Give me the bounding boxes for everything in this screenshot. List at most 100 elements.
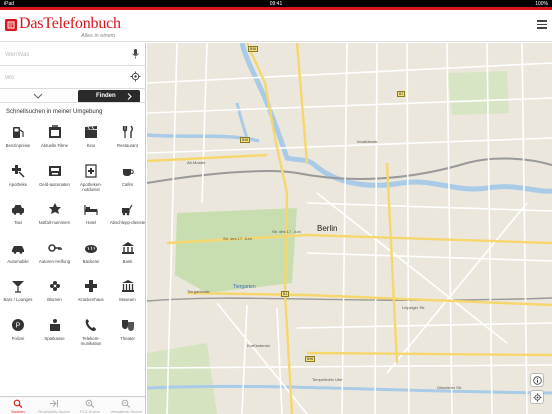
svg-text:P: P	[16, 322, 21, 329]
tab-reverse-search[interactable]: Rückwärts-Suche	[36, 397, 72, 414]
map-label-park: Tiergarten	[233, 284, 256, 290]
road-shield: B2	[397, 91, 406, 97]
tab-zip-search[interactable]: PLZ-Suche	[72, 397, 108, 414]
quick-search-label: Telekom-munikation	[80, 335, 102, 346]
quick-search-label: Geld-automaten	[39, 181, 70, 187]
quick-search-14[interactable]: Autoren-Helfung	[37, 237, 73, 275]
street-label: Tiergartenstr.	[187, 289, 211, 294]
tab-managed-search[interactable]: Verwaltete-Suche	[108, 397, 144, 414]
quick-search-4[interactable]: Restaurant	[110, 121, 146, 159]
quick-search-label: Cafés	[121, 181, 134, 187]
quick-search-6[interactable]: Geld-automaten	[37, 160, 73, 198]
savings-bank-icon	[49, 318, 60, 331]
locate-me-icon[interactable]	[130, 71, 141, 82]
street-label: Leipziger Str.	[402, 305, 426, 310]
quick-search-20[interactable]: Museum	[110, 275, 146, 313]
divider	[0, 102, 146, 103]
quick-search-7[interactable]: Apotheken-notdienst	[73, 160, 109, 198]
quick-search-23[interactable]: Telekom-munikation	[73, 314, 109, 352]
quick-search-2[interactable]: Aktuelle Filme	[37, 121, 73, 159]
quick-search-10[interactable]: Notfall-nummern	[37, 198, 73, 236]
microphone-icon[interactable]	[130, 48, 141, 59]
quick-search-label: Blumen	[47, 297, 62, 302]
street-label: Invalidenstr.	[357, 139, 379, 144]
quick-search-12[interactable]: Abschlepp-dienste	[110, 198, 146, 236]
pharmacy-emergency-icon	[85, 163, 97, 178]
quick-search-label: Bäckerei	[82, 258, 100, 264]
app-logo: DasTelefonbuch	[19, 15, 121, 32]
app-header: DasTelefonbuch Alles in einem	[0, 10, 552, 42]
street-label: Str. des 17. Juni	[272, 229, 301, 234]
tab-suchen[interactable]: Suchen	[0, 397, 36, 414]
gas-station-icon	[13, 127, 24, 138]
cocktail-icon	[12, 281, 24, 293]
tow-truck-icon	[121, 204, 133, 216]
clapperboard-icon	[85, 126, 97, 138]
zip-search-icon	[85, 399, 95, 408]
quick-search-22[interactable]: Sparkasse	[37, 314, 73, 352]
map-info-button[interactable]	[530, 373, 544, 387]
quick-search-label: Apotheken-notdienst	[80, 181, 102, 192]
street-label: Kurfürstenstr.	[247, 343, 271, 348]
map-view[interactable]: Berlin Tiergarten Str. des 17. Juni Str.…	[147, 43, 552, 414]
emergency-icon	[48, 203, 61, 214]
quick-search-9[interactable]: Taxi	[0, 198, 36, 236]
quick-search-label: Apotheke	[8, 181, 28, 187]
quick-search-label: Aktuelle Filme	[41, 143, 68, 148]
quick-search-label: Notfall-nummern	[38, 220, 71, 225]
info-icon	[533, 376, 542, 385]
street-map[interactable]	[147, 43, 552, 414]
quick-search-label: Kino	[86, 143, 96, 148]
quick-search-label: Automobile	[7, 258, 29, 264]
bottom-tab-bar: Suchen Rückwärts-Suche PLZ-Suche Verwalt…	[0, 396, 146, 414]
cutlery-icon	[122, 125, 133, 138]
quick-search-1[interactable]: Benzinpreise	[0, 121, 36, 159]
road-shield: B96	[305, 356, 316, 362]
search-actions: Finden	[0, 89, 146, 111]
quick-search-8[interactable]: Cafés	[110, 160, 146, 198]
street-label: Alt-Moabit	[187, 160, 206, 165]
bread-icon	[85, 244, 97, 253]
hotel-bed-icon	[84, 205, 98, 215]
hamburger-menu-icon[interactable]	[537, 20, 547, 29]
quick-search-label: Taxi	[14, 220, 22, 225]
quick-search-17[interactable]: Bars / Lounges	[0, 275, 36, 313]
phone-icon	[85, 318, 96, 331]
quick-search-title: Schnellsuchen in meiner Umgebung	[6, 109, 103, 115]
what-field	[0, 43, 146, 66]
theater-masks-icon	[121, 319, 134, 331]
quick-search-19[interactable]: Krankenhaus	[73, 275, 109, 313]
flower-icon	[49, 281, 60, 291]
quick-search-3[interactable]: Kino	[73, 121, 109, 159]
bank-icon	[121, 241, 134, 254]
quick-search-label: Abschlepp-dienste	[109, 220, 146, 225]
quick-search-label: Museum	[119, 297, 136, 302]
quick-search-24[interactable]: Theater	[110, 314, 146, 352]
quick-search-21[interactable]: P Polizei	[0, 314, 36, 352]
quick-search-label: Bars / Lounges	[3, 297, 33, 302]
street-label: Gitschiner Str.	[437, 385, 463, 390]
quick-search-5[interactable]: Apotheke	[0, 160, 36, 198]
where-input[interactable]	[5, 70, 123, 85]
museum-icon	[121, 280, 134, 292]
road-shield: B1	[281, 291, 290, 297]
quick-search-11[interactable]: Hotel	[73, 198, 109, 236]
quick-search-label: Bank	[122, 258, 133, 264]
police-icon: P	[12, 318, 24, 331]
car-icon	[12, 245, 24, 254]
tab-label: Rückwärts-Suche	[38, 409, 70, 414]
what-input[interactable]	[5, 47, 123, 62]
map-label-city: Berlin	[317, 224, 338, 233]
coffee-cup-icon	[122, 168, 134, 176]
map-locate-button[interactable]	[530, 390, 544, 404]
chevron-down-icon[interactable]	[33, 92, 43, 100]
quick-search-13[interactable]: Automobile	[0, 237, 36, 275]
quick-search-16[interactable]: Bank	[110, 237, 146, 275]
quick-search-15[interactable]: Bäckerei	[73, 237, 109, 275]
pharmacy-icon	[12, 164, 25, 178]
quick-search-label: Theater	[120, 335, 135, 341]
quick-search-18[interactable]: Blumen	[37, 275, 73, 313]
reverse-search-icon	[50, 400, 58, 407]
quick-search-label: Krankenhaus	[78, 297, 104, 302]
search-sidebar: Finden Schnellsuchen in meiner Umgebung …	[0, 43, 146, 396]
